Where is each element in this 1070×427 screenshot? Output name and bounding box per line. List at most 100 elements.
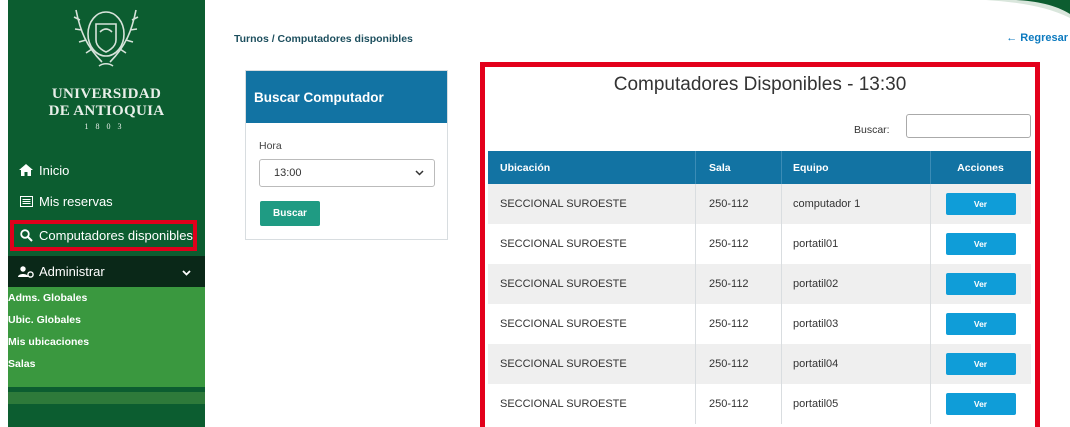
ver-button[interactable]: Ver [945, 313, 1016, 335]
column-divider [930, 384, 931, 424]
table-row: SECCIONAL SUROESTE 250-112 portatil05 Ve… [488, 384, 1031, 424]
table-row: SECCIONAL SUROESTE 250-112 computador 1 … [488, 184, 1031, 224]
hour-select-value: 13:00 [274, 167, 302, 179]
column-divider [930, 304, 931, 344]
submenu-item-adms-globales[interactable]: Adms. Globales [8, 292, 87, 304]
cell-sala: 250-112 [709, 278, 749, 290]
column-divider [930, 151, 931, 184]
cell-sala: 250-112 [709, 318, 749, 330]
table-row: SECCIONAL SUROESTE 250-112 portatil02 Ve… [488, 264, 1031, 304]
cell-equipo: portatil02 [793, 278, 839, 290]
chevron-down-icon [182, 264, 191, 279]
cell-sala: 250-112 [709, 198, 749, 210]
cell-acciones: Ver [930, 304, 1031, 344]
chevron-down-icon [415, 167, 424, 179]
sidebar-item-computadores-disponibles[interactable]: Computadores disponibles [10, 220, 197, 251]
users-cog-icon [16, 265, 36, 278]
column-divider [695, 184, 696, 224]
cell-ubicacion: SECCIONAL SUROESTE [500, 278, 627, 290]
corner-decoration [986, 0, 1070, 18]
cell-ubicacion: SECCIONAL SUROESTE [500, 238, 627, 250]
column-header-ubicacion[interactable]: Ubicación [488, 151, 695, 184]
cell-equipo: portatil01 [793, 238, 839, 250]
home-icon [16, 164, 36, 176]
column-divider [695, 384, 696, 424]
university-seal-icon [73, 9, 139, 67]
column-divider [781, 184, 782, 224]
ver-button[interactable]: Ver [945, 353, 1016, 375]
cell-acciones: Ver [930, 184, 1031, 224]
cell-equipo: computador 1 [793, 198, 861, 210]
cell-acciones: Ver [930, 344, 1031, 384]
column-divider [781, 224, 782, 264]
column-divider [695, 224, 696, 264]
cell-equipo: portatil05 [793, 398, 839, 410]
column-header-equipo[interactable]: Equipo [781, 151, 930, 184]
table-header-row: Ubicación Sala Equipo Acciones [488, 151, 1031, 184]
university-name-line1: UNIVERSIDAD [51, 86, 162, 102]
column-divider [930, 344, 931, 384]
hour-label: Hora [259, 140, 282, 152]
sidebar-item-administrar[interactable]: Administrar [8, 256, 205, 287]
column-divider [781, 151, 782, 184]
ver-button[interactable]: Ver [945, 233, 1016, 255]
hour-select[interactable]: 13:00 [259, 159, 435, 187]
university-year: 1803 [84, 122, 129, 131]
table-search-input[interactable] [906, 114, 1031, 138]
submenu-item-salas[interactable]: Salas [8, 358, 35, 370]
sidebar-item-inicio[interactable]: Inicio [8, 155, 205, 185]
cell-sala: 250-112 [709, 398, 749, 410]
column-divider [781, 264, 782, 304]
submenu-item-mis-ubicaciones[interactable]: Mis ubicaciones [8, 336, 89, 348]
column-header-acciones: Acciones [957, 161, 1004, 174]
ver-button[interactable]: Ver [945, 273, 1016, 295]
calendar-list-icon [16, 195, 36, 207]
table-row: SECCIONAL SUROESTE 250-112 portatil04 Ve… [488, 344, 1031, 384]
ver-button[interactable]: Ver [945, 393, 1016, 415]
university-logo[interactable]: UNIVERSIDAD DE ANTIOQUIA 1803 [8, 0, 205, 140]
results-panel: Computadores Disponibles - 13:30 Buscar:… [480, 62, 1040, 427]
table-search-label: Buscar: [854, 124, 890, 136]
sidebar-item-label: Inicio [39, 162, 70, 178]
column-divider [695, 304, 696, 344]
column-divider [930, 184, 931, 224]
cell-acciones: Ver [930, 384, 1031, 424]
column-divider [695, 344, 696, 384]
cell-ubicacion: SECCIONAL SUROESTE [500, 198, 627, 210]
breadcrumb[interactable]: Turnos / Computadores disponibles [234, 33, 413, 45]
cell-acciones: Ver [930, 224, 1031, 264]
university-name-line2: DE ANTIOQUIA [48, 103, 165, 119]
column-divider [781, 384, 782, 424]
search-panel-title: Buscar Computador [246, 71, 447, 123]
ver-button[interactable]: Ver [945, 193, 1016, 215]
sidebar-divider [8, 392, 205, 404]
cell-ubicacion: SECCIONAL SUROESTE [500, 318, 627, 330]
cell-equipo: portatil03 [793, 318, 839, 330]
search-button[interactable]: Buscar [260, 201, 320, 226]
column-divider [695, 264, 696, 304]
column-divider [930, 224, 931, 264]
cell-ubicacion: SECCIONAL SUROESTE [500, 358, 627, 370]
sidebar-item-label: Computadores disponibles [39, 228, 193, 243]
cell-sala: 250-112 [709, 358, 749, 370]
cell-ubicacion: SECCIONAL SUROESTE [500, 398, 627, 410]
sidebar-edge [0, 0, 8, 427]
back-link[interactable]: ← Regresar [1006, 32, 1068, 44]
column-divider [781, 304, 782, 344]
column-divider [930, 264, 931, 304]
cell-sala: 250-112 [709, 238, 749, 250]
search-panel: Buscar Computador Hora 13:00 Buscar [245, 70, 448, 240]
sidebar-item-label: Administrar [39, 264, 105, 279]
table-row: SECCIONAL SUROESTE 250-112 portatil01 Ve… [488, 224, 1031, 264]
submenu-item-ubic-globales[interactable]: Ubic. Globales [8, 314, 81, 326]
column-divider [695, 151, 696, 184]
table-row: SECCIONAL SUROESTE 250-112 portatil03 Ve… [488, 304, 1031, 344]
app-page: UNIVERSIDAD DE ANTIOQUIA 1803 Inicio Mis… [0, 0, 1070, 427]
sidebar-item-label: Mis reservas [39, 193, 113, 209]
sidebar-item-mis-reservas[interactable]: Mis reservas [8, 186, 205, 216]
column-divider [781, 344, 782, 384]
column-header-sala[interactable]: Sala [695, 151, 781, 184]
search-icon [16, 229, 36, 242]
results-title: Computadores Disponibles - 13:30 [613, 74, 907, 95]
cell-equipo: portatil04 [793, 358, 839, 370]
